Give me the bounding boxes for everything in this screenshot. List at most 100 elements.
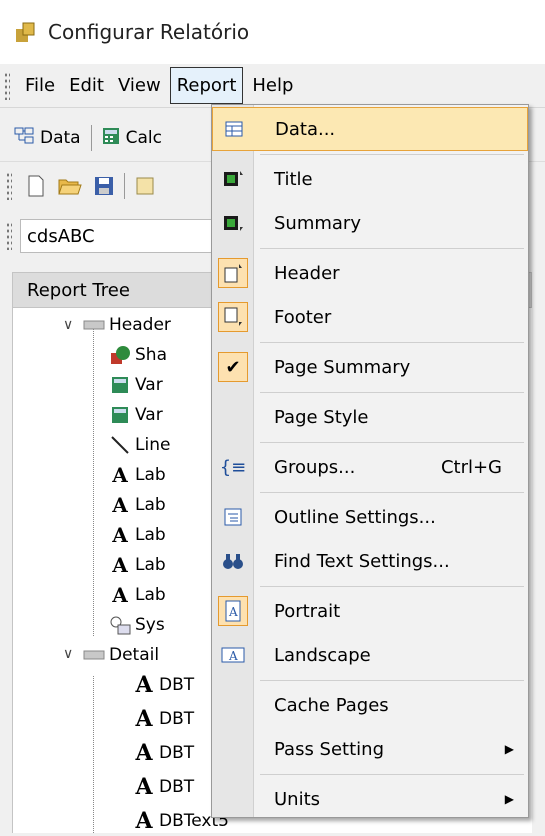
label-icon: A xyxy=(112,553,128,577)
landscape-icon: A xyxy=(212,646,254,664)
label-icon: A xyxy=(112,583,128,607)
menu-item-data[interactable]: Data... xyxy=(212,107,528,151)
outline-icon xyxy=(212,508,254,526)
menu-item-find-text-settings[interactable]: Find Text Settings... xyxy=(212,539,528,583)
title-band-icon xyxy=(212,169,254,189)
tree-node-dbtext[interactable]: A DBT xyxy=(133,738,194,768)
tree-node-label[interactable]: A Lab xyxy=(109,520,165,550)
menu-separator xyxy=(260,586,524,587)
menu-edit[interactable]: Edit xyxy=(62,67,111,104)
menu-separator xyxy=(260,342,524,343)
calc-button-label: Calc xyxy=(125,128,162,148)
menu-separator xyxy=(260,492,524,493)
menubar-grip[interactable] xyxy=(4,71,10,100)
line-icon xyxy=(109,434,131,456)
data-icon xyxy=(14,127,34,150)
tree-node-dbtext[interactable]: A DBT xyxy=(133,670,194,700)
tree-node-label[interactable]: A Lab xyxy=(109,550,165,580)
report-menu: Data... Title Summary Header Footer ✔ Pa… xyxy=(211,104,529,818)
menu-file[interactable]: File xyxy=(18,67,62,104)
system-variable-icon xyxy=(109,614,131,636)
tree-node-system[interactable]: Sys xyxy=(109,610,165,640)
menu-item-summary[interactable]: Summary xyxy=(212,201,528,245)
app-icon xyxy=(14,21,36,43)
calculator-icon xyxy=(109,404,131,426)
toolbar-separator xyxy=(124,172,125,199)
menu-item-cache-pages[interactable]: Cache Pages xyxy=(212,683,528,727)
window-title: Configurar Relatório xyxy=(48,20,250,44)
menu-separator xyxy=(260,680,524,681)
tree-node-label[interactable]: A Lab xyxy=(109,490,165,520)
menu-separator xyxy=(260,154,524,155)
header-band-icon xyxy=(218,258,248,288)
dbtext-icon: A xyxy=(135,706,153,732)
calc-button[interactable]: Calc xyxy=(96,123,168,154)
tree-node-shape[interactable]: Sha xyxy=(109,340,167,370)
label-icon: A xyxy=(112,463,128,487)
summary-band-icon xyxy=(212,213,254,233)
footer-band-icon xyxy=(218,302,248,332)
shape-icon xyxy=(109,344,131,366)
new-file-button[interactable] xyxy=(20,171,52,201)
dbtext-icon: A xyxy=(135,808,153,834)
folder-open-icon xyxy=(58,179,82,194)
tree-node-line[interactable]: Line xyxy=(109,430,170,460)
menu-report[interactable]: Report xyxy=(169,67,244,104)
menu-item-pass-setting[interactable]: Pass Setting ▶ xyxy=(212,727,528,771)
menu-item-page-summary[interactable]: ✔ Page Summary xyxy=(212,345,528,389)
menu-item-page-style[interactable]: Page Style xyxy=(212,395,528,439)
menu-separator xyxy=(260,774,524,775)
menu-item-groups[interactable]: {≡ Groups... Ctrl+G xyxy=(212,445,528,489)
save-button[interactable] xyxy=(88,172,120,200)
groups-icon: {≡ xyxy=(219,456,247,478)
open-folder-button[interactable] xyxy=(52,171,88,201)
tree-node-dbtext[interactable]: A DBT xyxy=(133,704,194,734)
menu-separator xyxy=(260,392,524,393)
tree-node-header[interactable]: Header xyxy=(83,310,171,340)
tree-node-label[interactable]: A Lab xyxy=(109,580,165,610)
preview-icon xyxy=(136,177,154,194)
toolbar-grip[interactable] xyxy=(6,171,12,200)
band-icon xyxy=(83,314,105,336)
menu-separator xyxy=(260,442,524,443)
portrait-icon: A xyxy=(218,596,248,626)
menu-item-header[interactable]: Header xyxy=(212,251,528,295)
menu-view[interactable]: View xyxy=(111,67,168,104)
menu-help[interactable]: Help xyxy=(245,67,300,104)
calculator-icon xyxy=(102,127,120,150)
tree-guide xyxy=(93,676,94,833)
menu-item-title[interactable]: Title xyxy=(212,157,528,201)
svg-text:A: A xyxy=(228,605,238,619)
binoculars-icon xyxy=(212,552,254,570)
dbtext-icon: A xyxy=(135,672,153,698)
menu-item-footer[interactable]: Footer xyxy=(212,295,528,339)
menu-item-landscape[interactable]: A Landscape xyxy=(212,633,528,677)
toolbar-separator xyxy=(90,125,92,151)
preview-button[interactable] xyxy=(129,172,161,200)
combo-grip[interactable] xyxy=(6,222,12,250)
menu-item-outline-settings[interactable]: Outline Settings... xyxy=(212,495,528,539)
tree-node-label[interactable]: A Lab xyxy=(109,460,165,490)
data-grid-icon xyxy=(213,121,255,137)
title-bar: Configurar Relatório xyxy=(0,0,545,64)
data-button[interactable]: Data xyxy=(8,123,87,154)
tree-node-dbtext[interactable]: A DBT xyxy=(133,772,194,802)
band-icon xyxy=(83,644,105,666)
dbtext-icon: A xyxy=(135,774,153,800)
submenu-arrow-icon: ▶ xyxy=(504,792,514,806)
menu-separator xyxy=(260,248,524,249)
label-icon: A xyxy=(112,523,128,547)
submenu-arrow-icon: ▶ xyxy=(504,742,514,756)
calculator-icon xyxy=(109,374,131,396)
expand-arrow-icon[interactable]: ∨ xyxy=(63,646,73,662)
data-button-label: Data xyxy=(40,128,81,148)
menu-item-units[interactable]: Units ▶ xyxy=(212,777,528,821)
tree-node-variable[interactable]: Var xyxy=(109,370,163,400)
tree-guide xyxy=(93,328,94,636)
menu-bar: File Edit View Report Help xyxy=(0,64,545,108)
expand-arrow-icon[interactable]: ∨ xyxy=(63,317,73,333)
tree-node-detail[interactable]: Detail xyxy=(83,640,159,670)
dbtext-icon: A xyxy=(135,740,153,766)
tree-node-variable[interactable]: Var xyxy=(109,400,163,430)
menu-item-portrait[interactable]: A Portrait xyxy=(212,589,528,633)
